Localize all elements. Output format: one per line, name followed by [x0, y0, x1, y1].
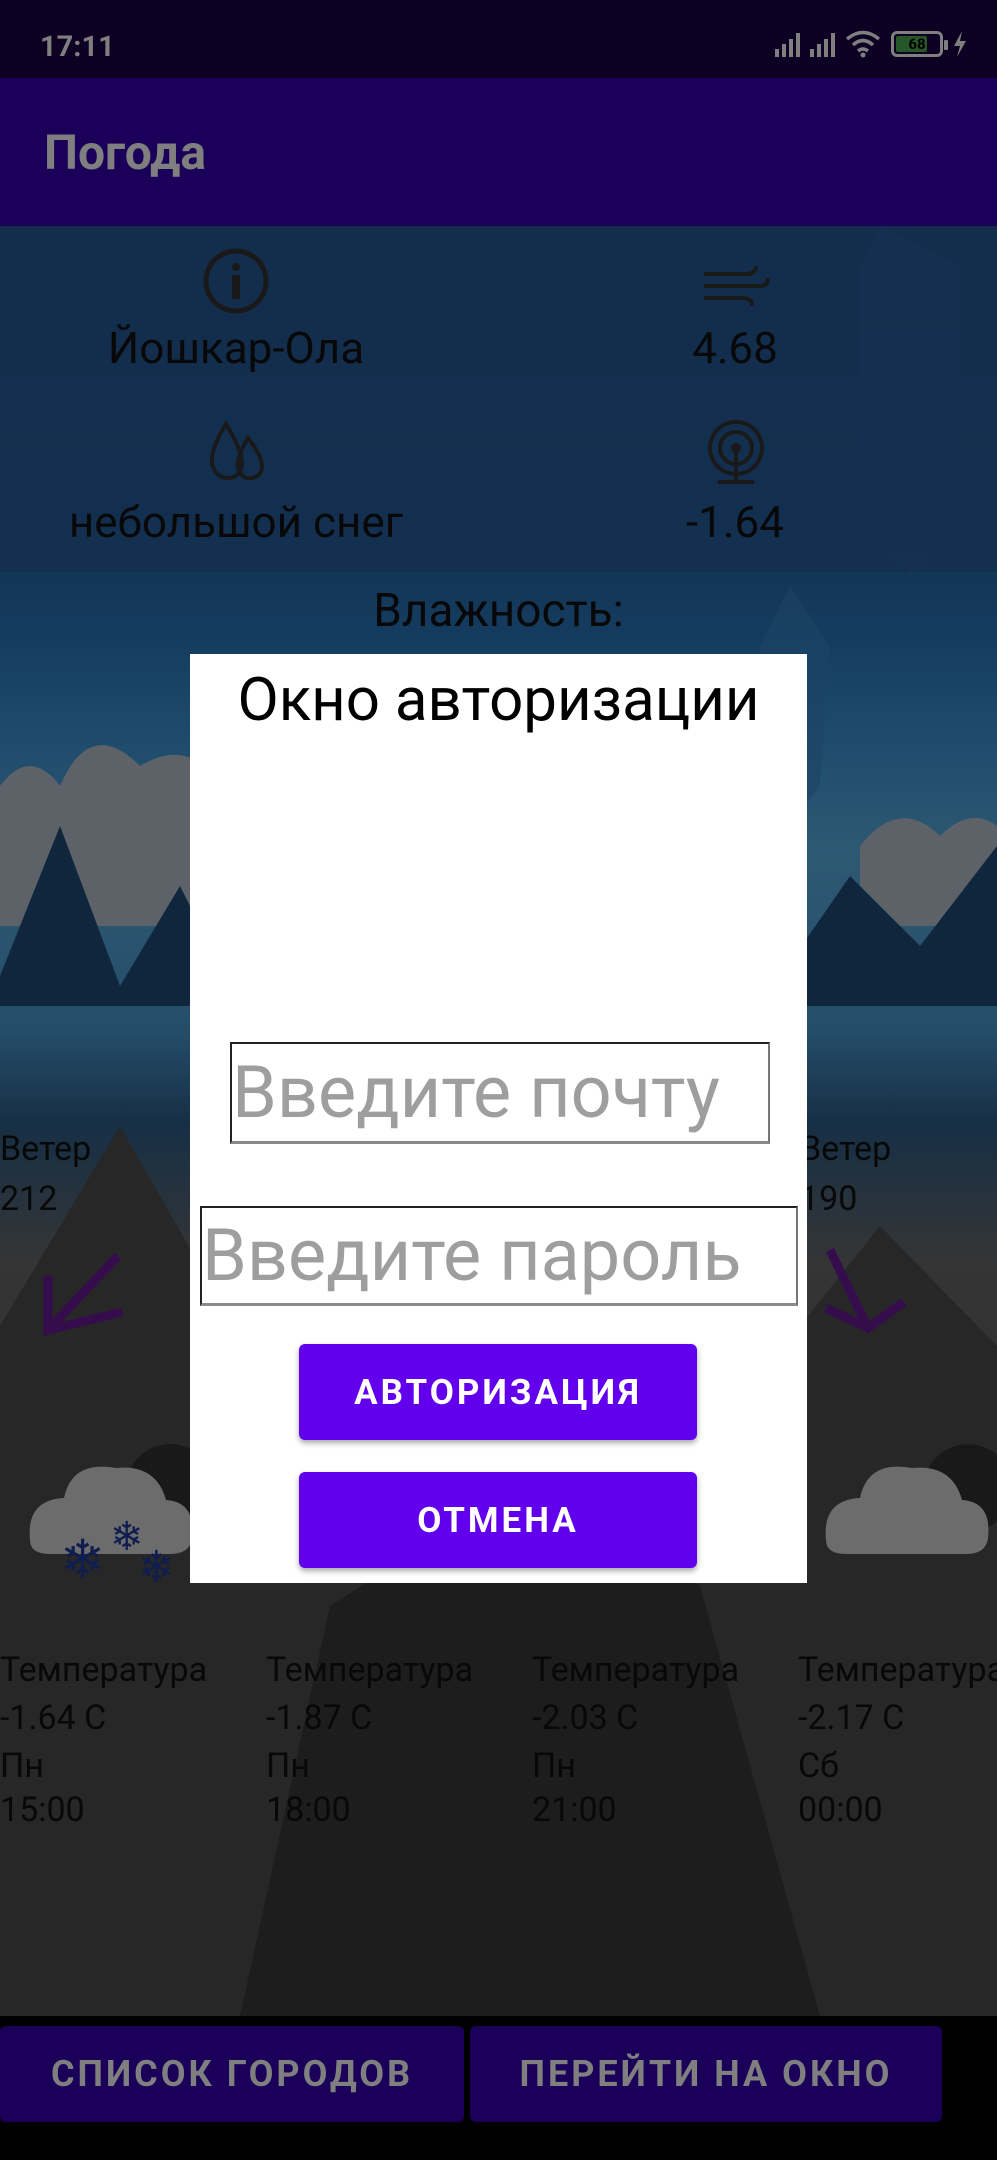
password-field[interactable]: [200, 1206, 798, 1306]
login-button[interactable]: АВТОРИЗАЦИЯ: [299, 1344, 697, 1440]
auth-dialog: Окно авторизации АВТОРИЗАЦИЯ ОТМЕНА: [190, 654, 807, 1583]
auth-dialog-title: Окно авторизации: [237, 664, 760, 735]
cancel-button[interactable]: ОТМЕНА: [299, 1472, 697, 1568]
email-field[interactable]: [230, 1042, 770, 1144]
